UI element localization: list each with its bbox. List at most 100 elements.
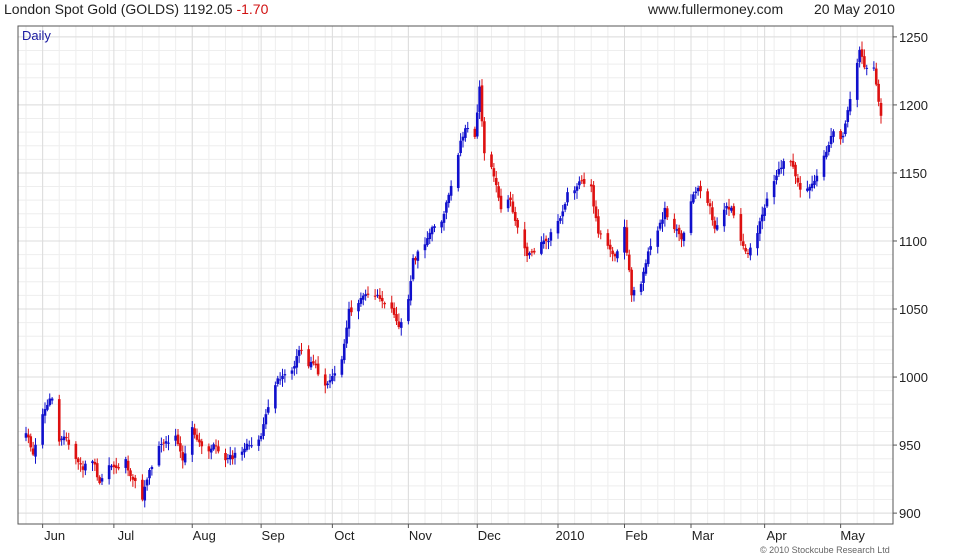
candle-body	[395, 314, 398, 322]
candle-body	[692, 194, 695, 203]
candle-body	[844, 123, 847, 135]
candle-body	[547, 241, 550, 243]
candle-body	[559, 218, 562, 221]
candle-body	[810, 183, 814, 189]
candle-body	[456, 154, 460, 188]
candle-body	[183, 453, 187, 463]
candle-body	[359, 298, 363, 304]
x-tick-label: Sep	[262, 528, 285, 543]
candle-body	[594, 206, 598, 219]
candle-body	[494, 177, 498, 186]
candle-body	[578, 181, 581, 186]
candle-body	[760, 214, 764, 222]
candle-body	[447, 194, 451, 204]
candle-body	[226, 458, 230, 460]
candle-body	[466, 128, 470, 130]
candle-body	[164, 441, 168, 444]
candle-body	[497, 186, 500, 198]
candle-body	[509, 197, 512, 200]
candle-body	[366, 293, 370, 295]
candle-body	[644, 263, 648, 274]
candle-body	[665, 208, 669, 218]
candle-body	[193, 428, 196, 435]
candle-body	[245, 443, 249, 450]
candle-body	[473, 128, 477, 137]
candle-body	[749, 247, 752, 256]
candle-body	[133, 477, 137, 482]
candle-body	[176, 434, 180, 445]
candle-body	[663, 207, 667, 220]
candle-body	[81, 466, 85, 470]
candle-body	[794, 164, 797, 177]
candle-body	[91, 461, 94, 464]
candle-body	[290, 370, 294, 374]
candle-body	[661, 219, 664, 224]
candle-body	[423, 244, 427, 251]
candle-body	[540, 242, 543, 254]
candle-body	[573, 190, 576, 194]
candle-body	[307, 349, 310, 367]
candle-body	[708, 203, 712, 207]
candle-body	[611, 250, 614, 255]
candle-body	[746, 253, 750, 255]
y-tick-label: 900	[899, 506, 921, 521]
candle-body	[50, 398, 54, 401]
x-tick-label: Feb	[625, 528, 647, 543]
candle-body	[530, 251, 534, 253]
candle-body	[623, 226, 626, 253]
candle-body	[860, 49, 864, 57]
candle-body	[24, 433, 28, 438]
candle-body	[544, 238, 548, 242]
candle-body	[549, 232, 553, 241]
candle-body	[658, 222, 662, 229]
candle-body	[217, 446, 220, 452]
candle-body	[228, 454, 232, 460]
candle-body	[449, 185, 453, 196]
candle-body	[214, 445, 218, 447]
candle-body	[100, 478, 104, 482]
candle-body	[48, 398, 52, 406]
candle-body	[627, 254, 631, 271]
candle-body	[264, 414, 268, 425]
candle-body	[699, 185, 702, 192]
candle-body	[84, 463, 87, 471]
candle-body	[373, 295, 377, 297]
candle-body	[580, 180, 584, 182]
candle-body	[295, 356, 299, 368]
candle-body	[224, 453, 227, 461]
candle-body	[775, 175, 778, 181]
candle-body	[813, 180, 816, 185]
candle-body	[680, 233, 683, 240]
candle-body	[589, 184, 593, 187]
x-tick-label: Jun	[44, 528, 65, 543]
candle-body	[475, 112, 479, 137]
candle-body	[798, 182, 802, 190]
candle-body	[696, 187, 700, 192]
candle-body	[129, 470, 132, 477]
x-tick-label: Oct	[334, 528, 355, 543]
candle-body	[110, 466, 113, 468]
grid-lines	[18, 26, 893, 524]
candle-body	[342, 343, 346, 361]
candle-body	[76, 458, 80, 463]
candle-body	[114, 465, 118, 468]
candle-body	[107, 465, 111, 480]
candle-body	[357, 303, 360, 312]
candle-body	[131, 476, 135, 480]
candle-body	[74, 443, 78, 460]
candle-body	[160, 444, 163, 446]
candle-body	[350, 307, 353, 313]
candle-body	[93, 461, 97, 465]
candle-body	[157, 445, 161, 466]
candle-body	[181, 452, 185, 461]
candle-body	[739, 214, 743, 241]
candle-body	[376, 294, 379, 296]
candle-body	[542, 240, 546, 245]
candle-body	[117, 467, 120, 469]
candlestick-series	[24, 41, 883, 508]
candle-body	[430, 227, 434, 235]
candle-body	[639, 284, 643, 292]
candle-body	[442, 213, 446, 223]
candle-body	[606, 233, 610, 246]
candle-body	[706, 191, 709, 203]
